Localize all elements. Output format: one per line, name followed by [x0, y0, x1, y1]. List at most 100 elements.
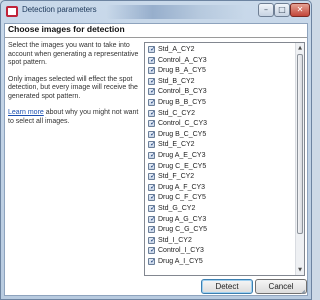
image-list-item[interactable]: ✓ Std_E_CY2: [145, 140, 296, 151]
check-mark-icon: ✓: [150, 193, 156, 202]
image-checkbox[interactable]: ✓: [148, 108, 156, 117]
image-list-item[interactable]: ✓ Std_F_CY2: [145, 172, 296, 183]
app-icon: [6, 6, 18, 17]
image-list-item[interactable]: ✓ Control_B_CY3: [145, 87, 296, 98]
image-list-item[interactable]: ✓ Drug A_E_CY3: [145, 151, 296, 162]
image-list-item[interactable]: ✓ Drug C_F_CY5: [145, 193, 296, 204]
image-label: Control_A_CY3: [158, 56, 207, 64]
maximize-button[interactable]: □: [274, 3, 290, 17]
image-list-item[interactable]: ✓ Drug A_F_CY3: [145, 183, 296, 194]
image-checkbox[interactable]: ✓: [148, 66, 156, 75]
image-label: Drug B_B_CY5: [158, 98, 206, 106]
image-list-item[interactable]: ✓ Drug C_E_CY5: [145, 162, 296, 173]
check-mark-icon: ✓: [150, 66, 156, 75]
learn-more-paragraph: Learn more about why you might not want …: [8, 109, 140, 126]
image-label: Std_I_CY2: [158, 236, 192, 244]
image-label: Control_C_CY3: [158, 120, 208, 128]
image-list-item[interactable]: ✓ Std_C_CY2: [145, 109, 296, 120]
image-checkbox[interactable]: ✓: [148, 77, 156, 85]
check-mark-icon: ✓: [150, 129, 156, 138]
detection-parameters-window: Detection parameters – □ ✕ Choose images…: [0, 0, 312, 300]
image-checkbox[interactable]: ✓: [148, 119, 156, 128]
image-checkbox[interactable]: ✓: [148, 45, 156, 53]
image-checkbox[interactable]: ✓: [148, 214, 156, 223]
check-mark-icon: ✓: [150, 182, 156, 191]
image-list-item[interactable]: ✓ Drug C_G_CY5: [145, 225, 296, 236]
image-label: Control_B_CY3: [158, 88, 207, 96]
image-list-item[interactable]: ✓ Std_B_CY2: [145, 77, 296, 88]
image-label: Drug C_E_CY5: [158, 162, 207, 170]
check-mark-icon: ✓: [150, 150, 156, 159]
image-list-item[interactable]: ✓ Control_A_CY3: [145, 56, 296, 67]
check-mark-icon: ✓: [150, 161, 156, 170]
check-mark-icon: ✓: [150, 140, 156, 149]
image-checkbox[interactable]: ✓: [148, 256, 156, 265]
description-paragraph-1: Select the images you want to take into …: [8, 42, 139, 66]
check-mark-icon: ✓: [150, 172, 156, 181]
image-list-item[interactable]: ✓ Control_I_CY3: [145, 246, 296, 257]
image-checkbox[interactable]: ✓: [148, 87, 156, 96]
image-label: Std_B_CY2: [158, 77, 195, 85]
check-mark-icon: ✓: [150, 87, 156, 96]
image-list-item[interactable]: ✓ Drug B_A_CY5: [145, 66, 296, 77]
check-mark-icon: ✓: [150, 235, 156, 244]
detect-button[interactable]: Detect: [201, 279, 253, 294]
image-list-item[interactable]: ✓ Drug B_C_CY5: [145, 130, 296, 141]
close-button[interactable]: ✕: [290, 3, 310, 17]
image-list-item[interactable]: ✓ Control_C_CY3: [145, 119, 296, 130]
image-checkbox[interactable]: ✓: [148, 246, 156, 255]
resize-grip-icon[interactable]: ◢: [301, 289, 307, 295]
list-scrollbar[interactable]: ▲ ▼: [295, 43, 304, 275]
image-label: Drug A_F_CY3: [158, 183, 206, 191]
image-label: Drug C_G_CY5: [158, 226, 208, 234]
image-checkbox[interactable]: ✓: [148, 161, 156, 170]
check-mark-icon: ✓: [150, 214, 156, 223]
window-title: Detection parameters: [22, 5, 97, 14]
image-checkbox[interactable]: ✓: [148, 56, 156, 64]
image-checkbox[interactable]: ✓: [148, 225, 156, 234]
dialog-content: Choose images for detection Select the i…: [4, 23, 308, 296]
check-mark-icon: ✓: [150, 97, 156, 106]
image-checkbox[interactable]: ✓: [148, 182, 156, 191]
image-list-item[interactable]: ✓ Std_G_CY2: [145, 204, 296, 215]
scroll-thumb[interactable]: [297, 54, 303, 234]
image-label: Std_C_CY2: [158, 109, 195, 117]
title-bar-glass: [106, 5, 246, 19]
header-divider: [5, 37, 307, 38]
check-mark-icon: ✓: [150, 45, 156, 53]
image-checkbox[interactable]: ✓: [148, 97, 156, 106]
check-mark-icon: ✓: [150, 225, 156, 234]
check-mark-icon: ✓: [150, 108, 156, 117]
section-header: Choose images for detection: [8, 24, 125, 34]
title-bar[interactable]: Detection parameters – □ ✕: [1, 1, 311, 23]
image-label: Std_F_CY2: [158, 173, 195, 181]
image-checkbox[interactable]: ✓: [148, 235, 156, 244]
check-mark-icon: ✓: [150, 256, 156, 265]
check-mark-icon: ✓: [150, 119, 156, 128]
learn-more-link[interactable]: Learn more: [8, 109, 44, 116]
image-checklist[interactable]: ✓ Std_A_CY2 ✓ Control_A_CY3 ✓ Drug B_A_CY5 ✓ St…: [144, 42, 305, 276]
image-checkbox[interactable]: ✓: [148, 129, 156, 138]
image-label: Std_A_CY2: [158, 46, 195, 53]
image-list-item[interactable]: ✓ Std_A_CY2: [145, 45, 296, 56]
image-checkbox[interactable]: ✓: [148, 193, 156, 202]
description-panel: Select the images you want to take into …: [8, 42, 140, 134]
scroll-up-arrow-icon[interactable]: ▲: [296, 43, 304, 53]
check-mark-icon: ✓: [150, 203, 156, 212]
image-checkbox[interactable]: ✓: [148, 140, 156, 149]
image-checkbox[interactable]: ✓: [148, 150, 156, 159]
image-list-item[interactable]: ✓ Drug A_I_CY5: [145, 257, 296, 268]
scroll-down-arrow-icon[interactable]: ▼: [296, 265, 304, 275]
image-list-item[interactable]: ✓ Drug A_G_CY3: [145, 215, 296, 226]
image-list-item[interactable]: ✓ Std_I_CY2: [145, 236, 296, 247]
description-paragraph-2: Only images selected will effect the spo…: [8, 75, 138, 100]
minimize-button[interactable]: –: [258, 3, 274, 17]
image-list-item[interactable]: ✓ Drug B_B_CY5: [145, 98, 296, 109]
image-checkbox[interactable]: ✓: [148, 172, 156, 181]
image-label: Drug A_I_CY5: [158, 257, 203, 265]
image-label: Std_G_CY2: [158, 204, 196, 212]
check-mark-icon: ✓: [150, 246, 156, 255]
image-checkbox[interactable]: ✓: [148, 203, 156, 212]
cancel-button[interactable]: Cancel: [255, 279, 307, 294]
image-label: Drug B_C_CY5: [158, 130, 207, 138]
